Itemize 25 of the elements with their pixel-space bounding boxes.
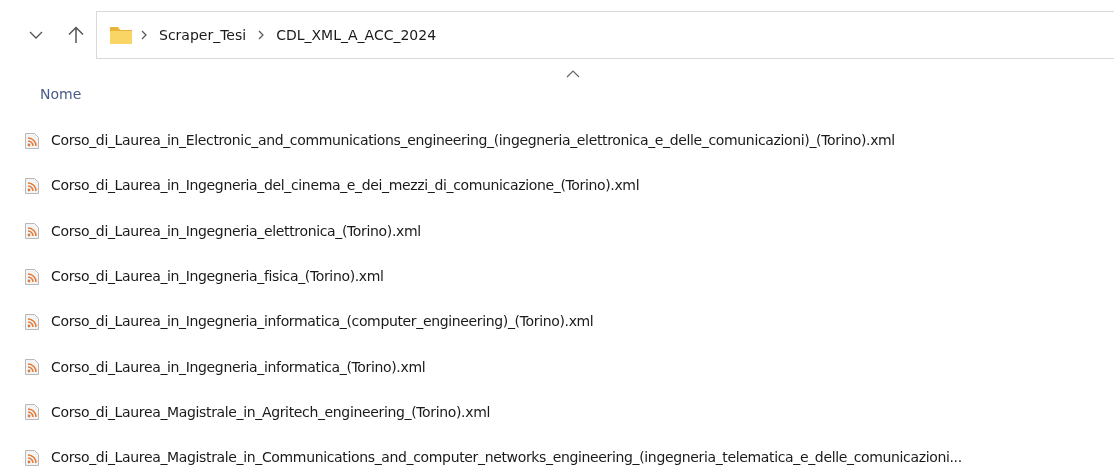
rss-file-icon xyxy=(25,359,39,376)
file-name[interactable]: Corso_di_Laurea_in_Ingegneria_del_cinema_e_dei_mezzi_di_comunicazione_(Torino).xml xyxy=(51,175,640,197)
rss-file-icon xyxy=(25,313,39,330)
rss-file-icon xyxy=(25,404,39,421)
file-name[interactable]: Corso_di_Laurea_in_Electronic_and_communications_engineering_(ingegneria_elettronica_e_delle_comunicazioni)_(Torino).xml xyxy=(51,130,895,152)
rss-file-icon xyxy=(25,268,39,285)
rss-file-icon xyxy=(25,223,39,240)
file-name[interactable]: Corso_di_Laurea_in_Ingegneria_elettronica_(Torino).xml xyxy=(51,220,421,242)
rss-file-icon xyxy=(25,177,39,194)
chevron-down-icon xyxy=(29,31,43,39)
file-name[interactable]: Corso_di_Laurea_Magistrale_in_Agritech_engineering_(Torino).xml xyxy=(51,401,490,423)
breadcrumb[interactable]: Scraper_Tesi xyxy=(155,24,251,46)
file-name[interactable]: Corso_di_Laurea_in_Ingegneria_informatica_(Torino).xml xyxy=(51,356,426,378)
file-name[interactable]: Corso_di_Laurea_in_Ingegneria_fisica_(Torino).xml xyxy=(51,266,384,288)
address-bar[interactable]: Scraper_Tesi CDL_XML_A_ACC_2024 xyxy=(96,11,1114,59)
file-name[interactable]: Corso_di_Laurea_in_Ingegneria_informatica_(computer_engineering)_(Torino).xml xyxy=(51,311,594,333)
breadcrumb[interactable]: CDL_XML_A_ACC_2024 xyxy=(272,24,441,46)
column-header[interactable]: Nome xyxy=(40,84,82,105)
file-name[interactable]: Corso_di_Laurea_Magistrale_in_Communications_and_computer_networks_engineering_(ingegneria_telematica_e_delle_comunicazioni... xyxy=(51,447,962,469)
chevron-icon xyxy=(258,30,265,40)
chevron-icon xyxy=(141,30,147,40)
arrow-up-icon xyxy=(68,26,84,44)
rss-file-icon xyxy=(25,132,39,149)
rss-file-icon xyxy=(25,449,39,466)
folder-icon xyxy=(109,25,133,45)
